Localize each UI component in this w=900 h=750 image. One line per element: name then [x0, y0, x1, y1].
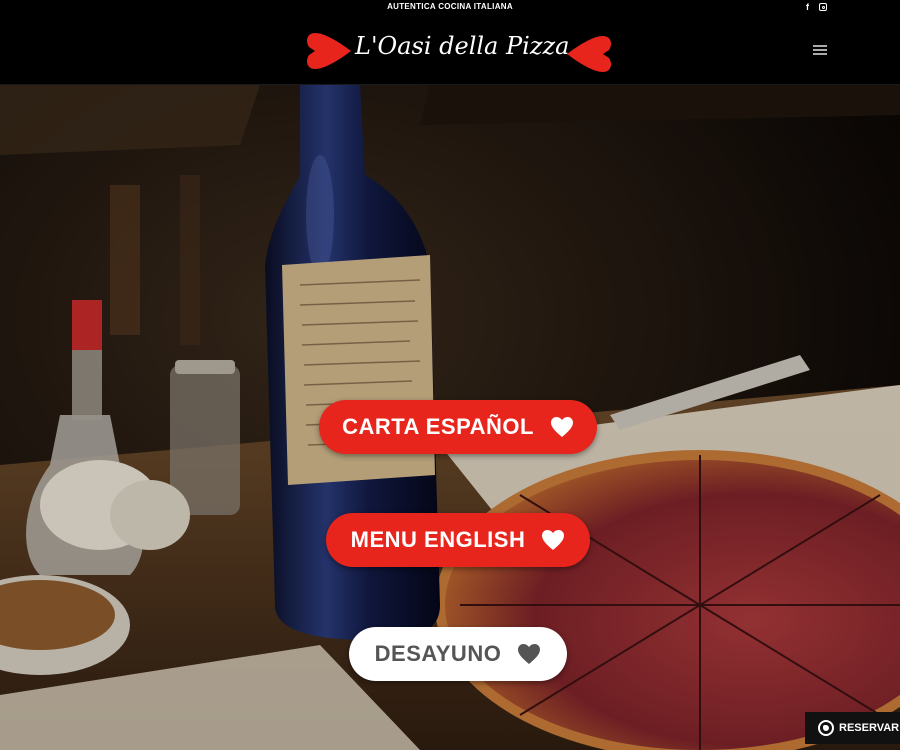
logo-heart-right-icon — [567, 36, 611, 72]
heart-icon — [550, 417, 573, 437]
site-logo[interactable]: L'Oasi della Pizza — [305, 22, 615, 78]
instagram-icon[interactable] — [819, 3, 827, 11]
logo-heart-left-icon — [307, 33, 351, 69]
heart-icon — [542, 530, 565, 550]
whatsapp-reserve-button[interactable]: RESERVAR I — [805, 712, 900, 744]
whatsapp-icon — [818, 720, 834, 736]
menu-english-button[interactable]: MENU ENGLISH — [326, 513, 590, 567]
desayuno-button[interactable]: DESAYUNO — [349, 627, 567, 681]
desayuno-label: DESAYUNO — [374, 641, 502, 666]
hamburger-menu-icon[interactable] — [813, 45, 827, 56]
logo-text: L'Oasi della Pizza — [355, 32, 570, 60]
facebook-icon[interactable]: f — [806, 2, 809, 12]
carta-espanol-label: CARTA ESPAÑOL — [342, 414, 534, 439]
heart-icon — [518, 644, 541, 664]
top-bar: AUTENTICA COCINA ITALIANA f — [0, 0, 900, 14]
carta-espanol-button[interactable]: CARTA ESPAÑOL — [319, 400, 597, 454]
menu-english-label: MENU ENGLISH — [350, 527, 526, 552]
whatsapp-label: RESERVAR I — [839, 722, 900, 734]
tagline: AUTENTICA COCINA ITALIANA — [387, 2, 513, 11]
